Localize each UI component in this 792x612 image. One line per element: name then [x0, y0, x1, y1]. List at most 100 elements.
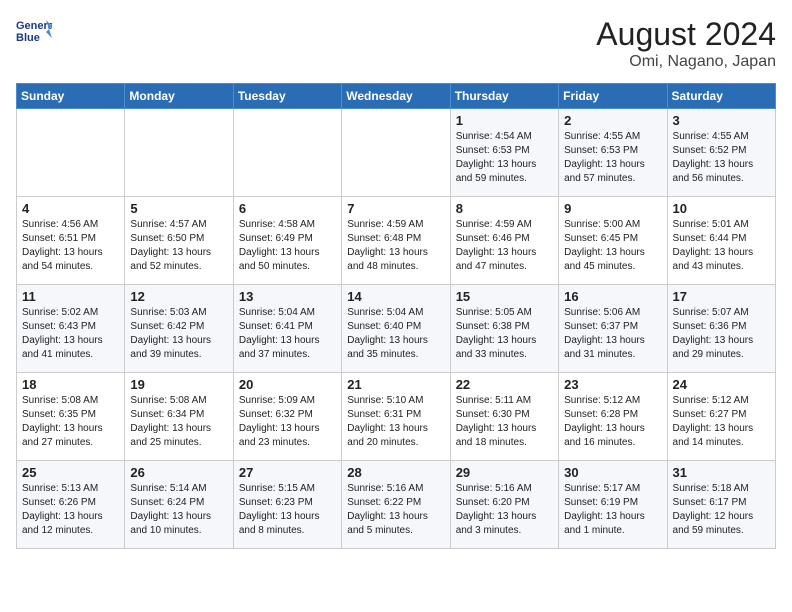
- day-number: 3: [673, 113, 770, 128]
- calendar-cell: [125, 109, 233, 197]
- logo-icon: General Blue: [16, 16, 52, 44]
- calendar-cell: [233, 109, 341, 197]
- cell-content: Sunrise: 5:17 AM Sunset: 6:19 PM Dayligh…: [564, 482, 661, 538]
- cell-content: Sunrise: 5:15 AM Sunset: 6:23 PM Dayligh…: [239, 482, 336, 538]
- calendar-cell: 3Sunrise: 4:55 AM Sunset: 6:52 PM Daylig…: [667, 109, 775, 197]
- calendar-cell: 2Sunrise: 4:55 AM Sunset: 6:53 PM Daylig…: [559, 109, 667, 197]
- cell-content: Sunrise: 5:03 AM Sunset: 6:42 PM Dayligh…: [130, 306, 227, 362]
- month-year: August 2024: [596, 16, 776, 53]
- cell-content: Sunrise: 4:59 AM Sunset: 6:46 PM Dayligh…: [456, 218, 553, 274]
- day-number: 5: [130, 201, 227, 216]
- cell-content: Sunrise: 5:02 AM Sunset: 6:43 PM Dayligh…: [22, 306, 119, 362]
- calendar-cell: 7 Sunrise: 4:59 AM Sunset: 6:48 PM Daylig…: [342, 197, 450, 285]
- day-number: 20: [239, 377, 336, 392]
- cell-content: Sunrise: 5:13 AM Sunset: 6:26 PM Dayligh…: [22, 482, 119, 538]
- title-block: August 2024 Omi, Nagano, Japan: [596, 16, 776, 71]
- week-row-1: 1Sunrise: 4:54 AM Sunset: 6:53 PM Daylig…: [17, 109, 776, 197]
- day-number: 4: [22, 201, 119, 216]
- calendar-cell: 11Sunrise: 5:02 AM Sunset: 6:43 PM Dayli…: [17, 285, 125, 373]
- calendar-cell: 26 Sunrise: 5:14 AM Sunset: 6:24 PM Dayli…: [125, 461, 233, 549]
- cell-content: Sunrise: 5:09 AM Sunset: 6:32 PM Dayligh…: [239, 394, 336, 450]
- week-row-2: 4Sunrise: 4:56 AM Sunset: 6:51 PM Daylig…: [17, 197, 776, 285]
- calendar-cell: 21 Sunrise: 5:10 AM Sunset: 6:31 PM Dayli…: [342, 373, 450, 461]
- day-number: 9: [564, 201, 661, 216]
- day-number: 21: [347, 377, 444, 392]
- cell-content: Sunrise: 5:12 AM Sunset: 6:28 PM Dayligh…: [564, 394, 661, 450]
- cell-content: Sunrise: 4:59 AM Sunset: 6:48 PM Dayligh…: [347, 218, 444, 274]
- calendar-cell: 24 Sunrise: 5:12 AM Sunset: 6:27 PM Dayli…: [667, 373, 775, 461]
- day-number: 28: [347, 465, 444, 480]
- day-number: 19: [130, 377, 227, 392]
- day-number: 7: [347, 201, 444, 216]
- calendar-cell: 10 Sunrise: 5:01 AM Sunset: 6:44 PM Dayli…: [667, 197, 775, 285]
- day-header-monday: Monday: [125, 84, 233, 109]
- cell-content: Sunrise: 5:08 AM Sunset: 6:35 PM Dayligh…: [22, 394, 119, 450]
- calendar-cell: [17, 109, 125, 197]
- calendar-cell: 9 Sunrise: 5:00 AM Sunset: 6:45 PM Daylig…: [559, 197, 667, 285]
- calendar-cell: 17 Sunrise: 5:07 AM Sunset: 6:36 PM Dayli…: [667, 285, 775, 373]
- day-number: 16: [564, 289, 661, 304]
- calendar-cell: 23Sunrise: 5:12 AM Sunset: 6:28 PM Dayli…: [559, 373, 667, 461]
- calendar-cell: [342, 109, 450, 197]
- day-number: 26: [130, 465, 227, 480]
- day-number: 31: [673, 465, 770, 480]
- day-number: 24: [673, 377, 770, 392]
- logo: General Blue: [16, 16, 52, 44]
- calendar-cell: 27 Sunrise: 5:15 AM Sunset: 6:23 PM Dayli…: [233, 461, 341, 549]
- calendar-cell: 16 Sunrise: 5:06 AM Sunset: 6:37 PM Dayli…: [559, 285, 667, 373]
- calendar-cell: 30Sunrise: 5:17 AM Sunset: 6:19 PM Dayli…: [559, 461, 667, 549]
- cell-content: Sunrise: 5:14 AM Sunset: 6:24 PM Dayligh…: [130, 482, 227, 538]
- calendar-cell: 12 Sunrise: 5:03 AM Sunset: 6:42 PM Dayli…: [125, 285, 233, 373]
- calendar-cell: 14Sunrise: 5:04 AM Sunset: 6:40 PM Dayli…: [342, 285, 450, 373]
- calendar-cell: 6Sunrise: 4:58 AM Sunset: 6:49 PM Daylig…: [233, 197, 341, 285]
- calendar-cell: 8 Sunrise: 4:59 AM Sunset: 6:46 PM Daylig…: [450, 197, 558, 285]
- day-number: 1: [456, 113, 553, 128]
- day-number: 12: [130, 289, 227, 304]
- day-number: 10: [673, 201, 770, 216]
- cell-content: Sunrise: 5:11 AM Sunset: 6:30 PM Dayligh…: [456, 394, 553, 450]
- day-number: 25: [22, 465, 119, 480]
- calendar-cell: 29 Sunrise: 5:16 AM Sunset: 6:20 PM Dayli…: [450, 461, 558, 549]
- cell-content: Sunrise: 5:01 AM Sunset: 6:44 PM Dayligh…: [673, 218, 770, 274]
- day-header-tuesday: Tuesday: [233, 84, 341, 109]
- calendar-cell: 20 Sunrise: 5:09 AM Sunset: 6:32 PM Dayli…: [233, 373, 341, 461]
- svg-text:Blue: Blue: [16, 32, 40, 44]
- cell-content: Sunrise: 5:18 AM Sunset: 6:17 PM Dayligh…: [673, 482, 770, 538]
- day-number: 29: [456, 465, 553, 480]
- cell-content: Sunrise: 5:16 AM Sunset: 6:20 PM Dayligh…: [456, 482, 553, 538]
- week-row-3: 11Sunrise: 5:02 AM Sunset: 6:43 PM Dayli…: [17, 285, 776, 373]
- calendar-cell: 5 Sunrise: 4:57 AM Sunset: 6:50 PM Daylig…: [125, 197, 233, 285]
- day-header-thursday: Thursday: [450, 84, 558, 109]
- calendar-cell: 18 Sunrise: 5:08 AM Sunset: 6:35 PM Dayli…: [17, 373, 125, 461]
- calendar-cell: 31 Sunrise: 5:18 AM Sunset: 6:17 PM Dayli…: [667, 461, 775, 549]
- cell-content: Sunrise: 5:04 AM Sunset: 6:41 PM Dayligh…: [239, 306, 336, 362]
- day-number: 17: [673, 289, 770, 304]
- cell-content: Sunrise: 5:00 AM Sunset: 6:45 PM Dayligh…: [564, 218, 661, 274]
- calendar-table: SundayMondayTuesdayWednesdayThursdayFrid…: [16, 83, 776, 549]
- calendar-cell: 1Sunrise: 4:54 AM Sunset: 6:53 PM Daylig…: [450, 109, 558, 197]
- day-header-sunday: Sunday: [17, 84, 125, 109]
- day-number: 8: [456, 201, 553, 216]
- day-number: 13: [239, 289, 336, 304]
- cell-content: Sunrise: 5:12 AM Sunset: 6:27 PM Dayligh…: [673, 394, 770, 450]
- day-number: 14: [347, 289, 444, 304]
- calendar-cell: 13 Sunrise: 5:04 AM Sunset: 6:41 PM Dayli…: [233, 285, 341, 373]
- calendar-cell: 15Sunrise: 5:05 AM Sunset: 6:38 PM Dayli…: [450, 285, 558, 373]
- day-header-wednesday: Wednesday: [342, 84, 450, 109]
- calendar-cell: 22Sunrise: 5:11 AM Sunset: 6:30 PM Dayli…: [450, 373, 558, 461]
- cell-content: Sunrise: 4:58 AM Sunset: 6:49 PM Dayligh…: [239, 218, 336, 274]
- day-number: 18: [22, 377, 119, 392]
- day-number: 27: [239, 465, 336, 480]
- calendar-cell: 19Sunrise: 5:08 AM Sunset: 6:34 PM Dayli…: [125, 373, 233, 461]
- week-row-4: 18 Sunrise: 5:08 AM Sunset: 6:35 PM Dayli…: [17, 373, 776, 461]
- cell-content: Sunrise: 4:57 AM Sunset: 6:50 PM Dayligh…: [130, 218, 227, 274]
- calendar-cell: 4Sunrise: 4:56 AM Sunset: 6:51 PM Daylig…: [17, 197, 125, 285]
- week-row-5: 25 Sunrise: 5:13 AM Sunset: 6:26 PM Dayli…: [17, 461, 776, 549]
- day-header-saturday: Saturday: [667, 84, 775, 109]
- day-number: 2: [564, 113, 661, 128]
- svg-text:General: General: [16, 20, 52, 32]
- cell-content: Sunrise: 5:10 AM Sunset: 6:31 PM Dayligh…: [347, 394, 444, 450]
- cell-content: Sunrise: 5:07 AM Sunset: 6:36 PM Dayligh…: [673, 306, 770, 362]
- day-header-friday: Friday: [559, 84, 667, 109]
- cell-content: Sunrise: 5:06 AM Sunset: 6:37 PM Dayligh…: [564, 306, 661, 362]
